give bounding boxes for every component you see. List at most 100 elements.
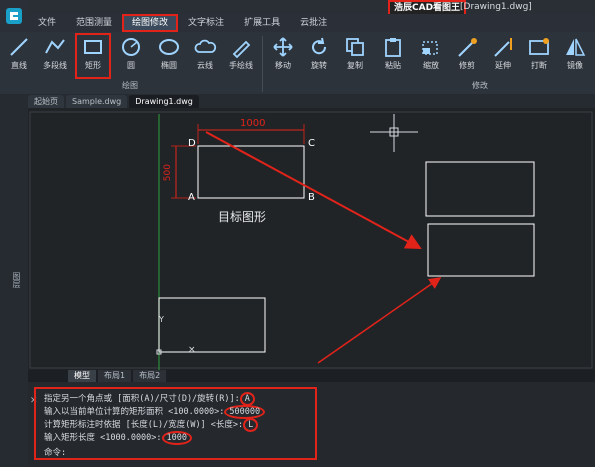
dimension-height-label: 500 — [163, 164, 173, 182]
paste-icon — [385, 38, 401, 57]
target-rectangle[interactable] — [197, 145, 305, 199]
move-tool-label: 移动 — [275, 61, 291, 70]
canvas-frame — [29, 111, 593, 369]
rectangle-icon — [84, 40, 102, 54]
line-tool-label: 直线 — [11, 61, 27, 70]
dimension-width-label: 1000 — [240, 118, 266, 129]
extend-icon — [494, 38, 512, 57]
corner-label-d: D — [188, 138, 196, 149]
drawing-canvas[interactable]: Y × 1000 500 D C A B 目标图形 — [28, 108, 595, 370]
layout-tab-model[interactable]: 模型 — [68, 370, 96, 382]
extend-tool-button[interactable]: 延伸 — [488, 34, 518, 76]
corner-label-a: A — [188, 192, 195, 203]
layer-panel-label[interactable]: 图层 — [6, 272, 22, 288]
crosshair-cursor — [370, 114, 418, 152]
tab-file[interactable]: 文件 — [28, 14, 66, 32]
mirror-tool-button[interactable]: 镜像 — [560, 34, 590, 76]
tab-measure[interactable]: 范围测量 — [66, 14, 122, 32]
rotate-tool-label: 旋转 — [311, 61, 327, 70]
app-logo-icon[interactable] — [0, 0, 28, 32]
line-icon — [10, 38, 28, 56]
doc-tab-drawing1[interactable]: Drawing1.dwg — [129, 95, 199, 108]
ellipse-tool-button[interactable]: 椭圆 — [154, 34, 184, 76]
corner-label-c: C — [308, 138, 315, 149]
polyline-tool-button[interactable]: 多段线 — [40, 34, 70, 76]
copy-tool-button[interactable]: 复制 — [340, 34, 370, 76]
command-text: 输入以当前单位计算的矩形面积 <100.0000>: — [44, 407, 225, 417]
layout-tab-layout1[interactable]: 布局1 — [98, 370, 132, 382]
rectangle-tool-label: 矩形 — [85, 61, 101, 70]
command-history-line: 指定另一个角点或 [面积(A)/尺寸(D)/旋转(R)]: A — [44, 392, 255, 406]
break-tool-button[interactable]: 打断 — [524, 34, 554, 76]
tab-draw-modify[interactable]: 绘图修改 — [122, 14, 179, 32]
command-history-line: 输入矩形长度 <1000.0000>: 1000 — [44, 431, 193, 445]
rectangle-tool-button[interactable]: 矩形 — [75, 33, 111, 79]
extend-tool-label: 延伸 — [495, 61, 511, 70]
tab-cloud-annotation[interactable]: 云批注 — [290, 14, 337, 32]
mirror-icon — [566, 38, 586, 56]
break-tool-label: 打断 — [531, 61, 547, 70]
cloud-icon — [194, 39, 217, 53]
freehand-tool-button[interactable]: 手绘线 — [226, 34, 256, 76]
scale-icon — [422, 41, 438, 55]
origin-rectangle[interactable] — [158, 297, 266, 353]
trim-icon — [458, 38, 477, 57]
pencil-icon — [232, 40, 251, 58]
command-text: 指定另一个角点或 [面积(A)/尺寸(D)/旋转(R)]: — [44, 394, 240, 404]
circle-icon — [122, 38, 140, 56]
polyline-icon — [45, 39, 65, 54]
doc-tab-start-page[interactable]: 起始页 — [28, 95, 64, 108]
circle-tool-button[interactable]: 圆 — [116, 34, 146, 76]
circle-tool-label: 圆 — [127, 61, 135, 70]
target-shape-label: 目标图形 — [218, 210, 267, 224]
rotate-tool-button[interactable]: 旋转 — [304, 34, 334, 76]
polyline-tool-label: 多段线 — [43, 61, 67, 70]
trim-tool-label: 修剪 — [459, 61, 475, 70]
command-history-line: 计算矩形标注时依据 [长度(L)/宽度(W)] <长度>: L — [44, 418, 259, 432]
ribbon: 直线 多段线 矩形 圆 椭圆 云线 手绘线 绘图 移动 旋转 复制 粘贴 缩放 … — [0, 32, 595, 95]
trim-tool-button[interactable]: 修剪 — [452, 34, 482, 76]
command-history-line: 输入以当前单位计算的矩形面积 <100.0000>: 500000 — [44, 405, 266, 419]
freehand-tool-label: 手绘线 — [229, 61, 253, 70]
document-tabs: 起始页 Sample.dwg Drawing1.dwg — [28, 94, 595, 108]
annotation-arrow-2 — [317, 277, 442, 364]
ribbon-separator — [262, 36, 263, 92]
right-rectangle-upper[interactable] — [425, 161, 535, 217]
modify-group-label: 修改 — [472, 81, 488, 90]
copy-icon — [346, 38, 364, 56]
ellipse-tool-label: 椭圆 — [161, 61, 177, 70]
ellipse-icon — [159, 39, 179, 55]
tab-text-dimension[interactable]: 文字标注 — [178, 14, 234, 32]
draw-group-label: 绘图 — [122, 81, 138, 90]
command-value: A — [239, 392, 255, 406]
layout-tab-layout2[interactable]: 布局2 — [133, 370, 167, 382]
command-text: 计算矩形标注时依据 [长度(L)/宽度(W)] <长度>: — [44, 420, 244, 430]
move-icon — [273, 37, 293, 57]
paste-tool-label: 粘贴 — [385, 61, 401, 70]
command-value: L — [243, 418, 259, 432]
paste-tool-button[interactable]: 粘贴 — [378, 34, 408, 76]
tab-extension-tools[interactable]: 扩展工具 — [234, 14, 290, 32]
mirror-tool-label: 镜像 — [567, 61, 583, 70]
command-prompt[interactable]: 命令: — [44, 446, 66, 458]
layout-tabs: 模型 布局1 布局2 — [28, 370, 595, 382]
annotation-arrow-1 — [205, 131, 422, 249]
move-tool-button[interactable]: 移动 — [268, 34, 298, 76]
line-tool-button[interactable]: 直线 — [4, 34, 34, 76]
cloud-line-tool-label: 云线 — [197, 61, 213, 70]
ucs-y-marker: Y — [158, 315, 164, 324]
cloud-line-tool-button[interactable]: 云线 — [190, 34, 220, 76]
scale-tool-button[interactable]: 缩放 — [416, 34, 446, 76]
copy-tool-label: 复制 — [347, 61, 363, 70]
command-value: 500000 — [224, 405, 266, 419]
command-text: 输入矩形长度 <1000.0000>: — [44, 433, 162, 443]
command-value: 1000 — [161, 431, 193, 445]
scale-tool-label: 缩放 — [423, 61, 439, 70]
ucs-x-marker: × — [188, 345, 196, 355]
document-title: [Drawing1.dwg] — [460, 2, 532, 12]
corner-label-b: B — [308, 192, 315, 203]
doc-tab-sample[interactable]: Sample.dwg — [66, 95, 128, 108]
menu-tabs: 文件 范围测量 绘图修改 文字标注 扩展工具 云批注 — [28, 14, 595, 32]
break-icon — [529, 38, 549, 55]
right-rectangle-lower[interactable] — [427, 223, 535, 277]
